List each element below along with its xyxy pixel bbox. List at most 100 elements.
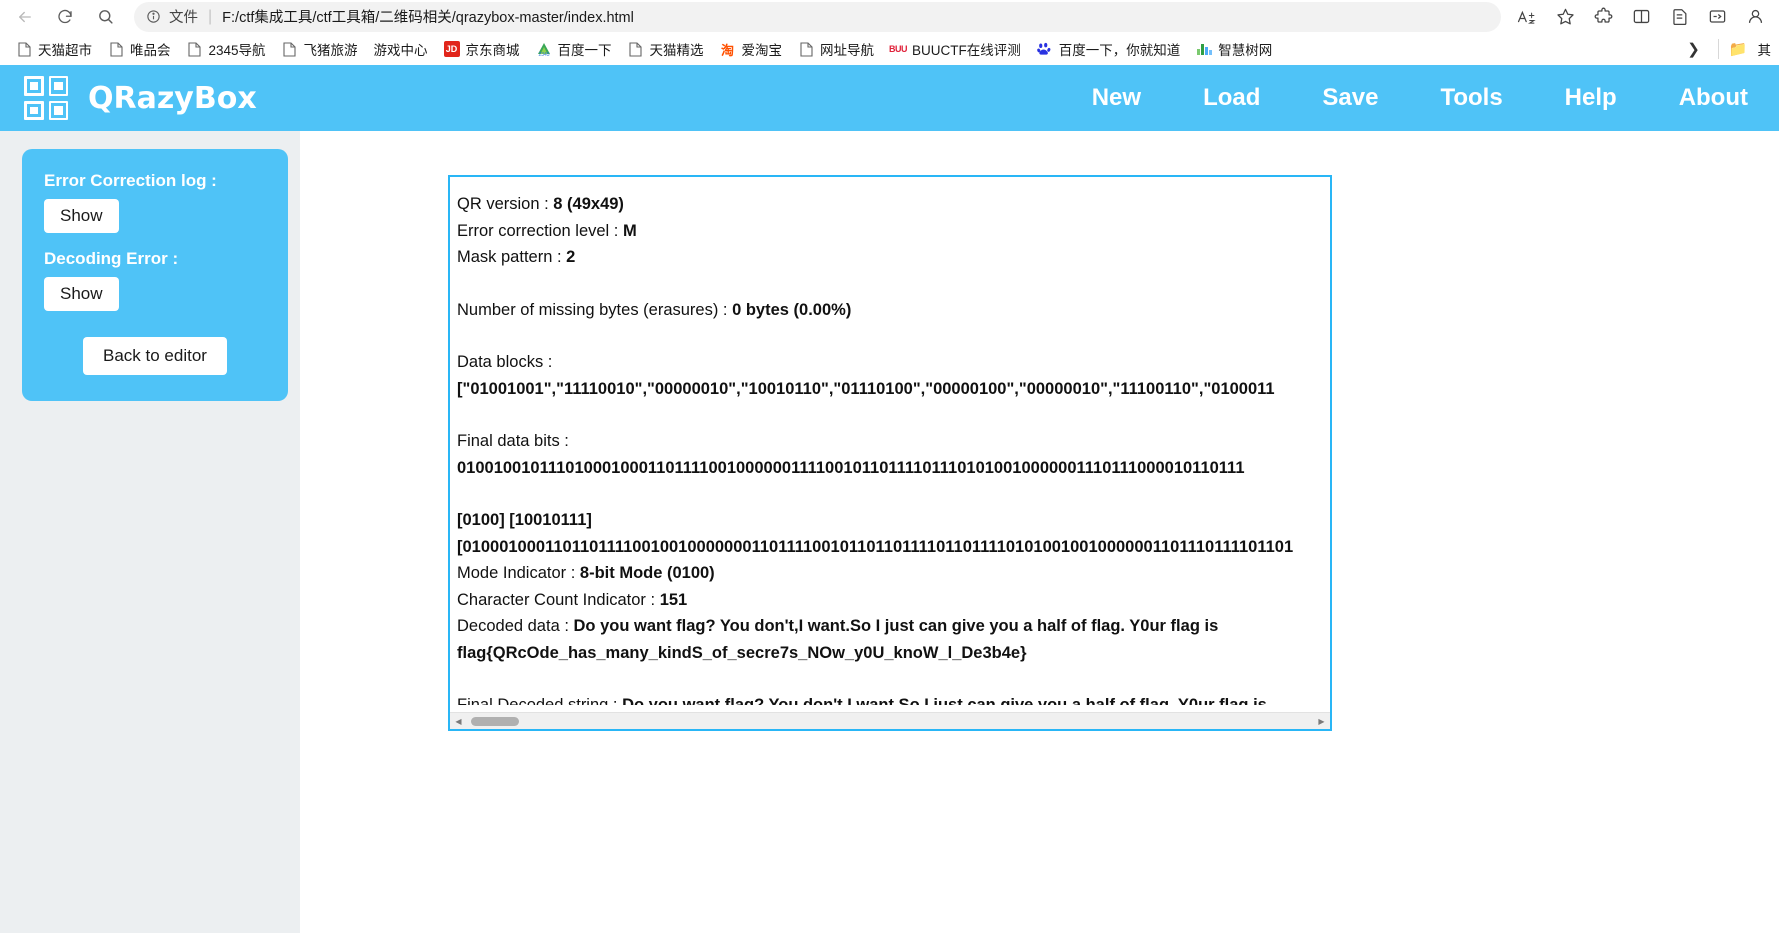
bookmark-item[interactable]: 淘 爱淘宝 xyxy=(712,36,791,62)
app-header: QRazyBox New Load Save Tools Help About xyxy=(0,65,1779,131)
nav-item-help[interactable]: Help xyxy=(1534,84,1648,112)
reload-button[interactable] xyxy=(46,2,84,32)
scroll-left-arrow-icon[interactable]: ◀ xyxy=(450,713,467,730)
nav-item-save[interactable]: Save xyxy=(1291,84,1409,112)
nav-item-tools[interactable]: Tools xyxy=(1409,84,1533,112)
favorite-star-icon[interactable] xyxy=(1547,2,1583,32)
final-data-bits-label: Final data bits : xyxy=(457,432,569,450)
bookmark-item[interactable]: 天猫精选 xyxy=(620,36,712,62)
mode-indicator-value: 8-bit Mode (0100) xyxy=(579,564,715,582)
bookmark-label: 唯品会 xyxy=(130,43,171,58)
final-data-bits-value: 0100100101110100010001101111001000000111… xyxy=(457,458,1245,477)
collections-icon[interactable] xyxy=(1661,2,1697,32)
horizontal-scrollbar[interactable]: ◀ ▶ xyxy=(450,712,1330,729)
bookmark-label: 飞猪旅游 xyxy=(303,43,358,58)
show-decoding-error-button[interactable]: Show xyxy=(44,277,119,311)
back-to-editor-button[interactable]: Back to editor xyxy=(83,337,227,375)
mode-indicator-line: Mode Indicator : 8-bit Mode (0100) xyxy=(457,560,1330,587)
jd-icon: JD xyxy=(443,41,460,57)
ec-level-label: Error correction level : xyxy=(457,221,623,240)
show-error-correction-log-button[interactable]: Show xyxy=(44,199,119,233)
bookmarks-overflow: ❯ 📁 其 xyxy=(1671,39,1771,59)
read-aloud-icon[interactable] xyxy=(1509,2,1545,32)
decode-result-text: QR version : 8 (49x49) Error correction … xyxy=(450,177,1330,705)
decoding-error-label: Decoding Error : xyxy=(44,249,179,268)
browser-essentials-icon[interactable] xyxy=(1699,2,1735,32)
bookmark-item[interactable]: BUU BUUCTF在线评测 xyxy=(882,36,1029,62)
extensions-icon[interactable] xyxy=(1585,2,1621,32)
bookmark-item[interactable]: 2345导航 xyxy=(179,36,274,62)
bookmark-label: 2345导航 xyxy=(208,43,266,58)
data-blocks-label: Data blocks : xyxy=(457,353,553,371)
search-icon[interactable] xyxy=(86,2,124,32)
2345-icon: 2345 xyxy=(536,41,552,57)
erasures-line: Number of missing bytes (erasures) : 0 b… xyxy=(457,297,1330,324)
bookmark-item[interactable]: 百度一下，你就知道 xyxy=(1029,36,1189,62)
decode-result-panel: QR version : 8 (49x49) Error correction … xyxy=(448,175,1332,731)
bookmark-item[interactable]: 游戏中心 xyxy=(366,36,436,62)
info-icon[interactable] xyxy=(146,9,161,24)
chevron-right-icon[interactable]: ❯ xyxy=(1679,40,1708,58)
mask-pattern-line: Mask pattern : 2 xyxy=(457,244,1330,271)
bookmarks-divider xyxy=(1717,39,1719,59)
bookmark-item[interactable]: JD 京东商城 xyxy=(436,36,528,62)
ec-level-value: M xyxy=(622,221,637,240)
toolbar-icon-group xyxy=(1509,2,1773,32)
baidu-icon xyxy=(1037,41,1053,57)
back-to-editor-wrap: Back to editor xyxy=(44,337,266,375)
page-icon xyxy=(108,41,124,57)
folder-icon[interactable]: 📁 xyxy=(1729,40,1748,58)
bookmarks-bar: 天猫超市 唯品会 2345导航 飞猪旅游 游戏中心 JD 京东商城 2345 百… xyxy=(0,33,1779,65)
bookmark-label: 网址导航 xyxy=(820,43,875,58)
segment-bits: [010001000110110111100100100000001101111… xyxy=(457,537,1294,556)
error-correction-log-label: Error Correction log : xyxy=(44,171,217,190)
bookmark-item[interactable]: 唯品会 xyxy=(100,36,179,62)
nav-item-load[interactable]: Load xyxy=(1172,84,1291,112)
split-screen-icon[interactable] xyxy=(1623,2,1659,32)
bookmark-item[interactable]: 飞猪旅游 xyxy=(274,36,366,62)
char-count-line: Character Count Indicator : 151 xyxy=(457,587,1330,614)
url-text: F:/ctf集成工具/ctf工具箱/二维码相关/qrazybox-master/… xyxy=(222,10,634,26)
bookmark-label: BUUCTF在线评测 xyxy=(912,43,1021,58)
mode-indicator-label: Mode Indicator : xyxy=(457,564,580,582)
qr-version-value: 8 (49x49) xyxy=(553,195,624,213)
taobao-icon: 淘 xyxy=(721,42,735,58)
address-bar[interactable]: 文件 | F:/ctf集成工具/ctf工具箱/二维码相关/qrazybox-ma… xyxy=(134,1,1501,32)
page-icon xyxy=(798,41,814,57)
bookmark-item[interactable]: 2345 百度一下 xyxy=(528,36,620,62)
main-content: QR version : 8 (49x49) Error correction … xyxy=(300,131,1779,933)
char-count-label: Character Count Indicator : xyxy=(457,590,660,609)
bookmark-label: 百度一下，你就知道 xyxy=(1058,43,1181,58)
page-icon xyxy=(282,41,298,57)
app-logo[interactable]: QRazyBox xyxy=(24,76,257,120)
bookmark-label: 游戏中心 xyxy=(373,43,428,58)
back-button[interactable] xyxy=(6,2,44,32)
bookmark-label: 京东商城 xyxy=(465,43,520,58)
decoded-data-line: Decoded data : Do you want flag? You don… xyxy=(457,613,1319,666)
bookmark-label: 天猫超市 xyxy=(38,43,92,58)
omnibox-divider: | xyxy=(208,7,213,25)
zhihuishu-icon xyxy=(1196,41,1212,57)
bookmark-item[interactable]: 智慧树网 xyxy=(1188,36,1280,62)
scroll-right-arrow-icon[interactable]: ▶ xyxy=(1313,713,1330,730)
nav-item-about[interactable]: About xyxy=(1648,84,1779,112)
sidebar-card: Error Correction log : Show Decoding Err… xyxy=(22,149,288,401)
nav-item-new[interactable]: New xyxy=(1061,84,1172,112)
app-body: Error Correction log : Show Decoding Err… xyxy=(0,131,1779,933)
final-decoded-label: Final Decoded string : xyxy=(457,696,623,705)
scrollbar-track[interactable] xyxy=(467,713,1313,730)
final-decoded-line: Final Decoded string : Do you want flag?… xyxy=(457,692,1319,705)
page-icon xyxy=(628,41,644,57)
bookmark-label: 智慧树网 xyxy=(1218,43,1273,58)
bookmark-item[interactable]: 网址导航 xyxy=(790,36,882,62)
scrollbar-thumb[interactable] xyxy=(471,716,519,726)
profile-icon[interactable] xyxy=(1737,2,1773,32)
sidebar: Error Correction log : Show Decoding Err… xyxy=(0,131,300,933)
segment-header: [0100] [10010111] xyxy=(457,511,592,529)
bookmark-item[interactable]: 天猫超市 xyxy=(8,36,100,62)
bookmark-label: 天猫精选 xyxy=(649,43,704,58)
